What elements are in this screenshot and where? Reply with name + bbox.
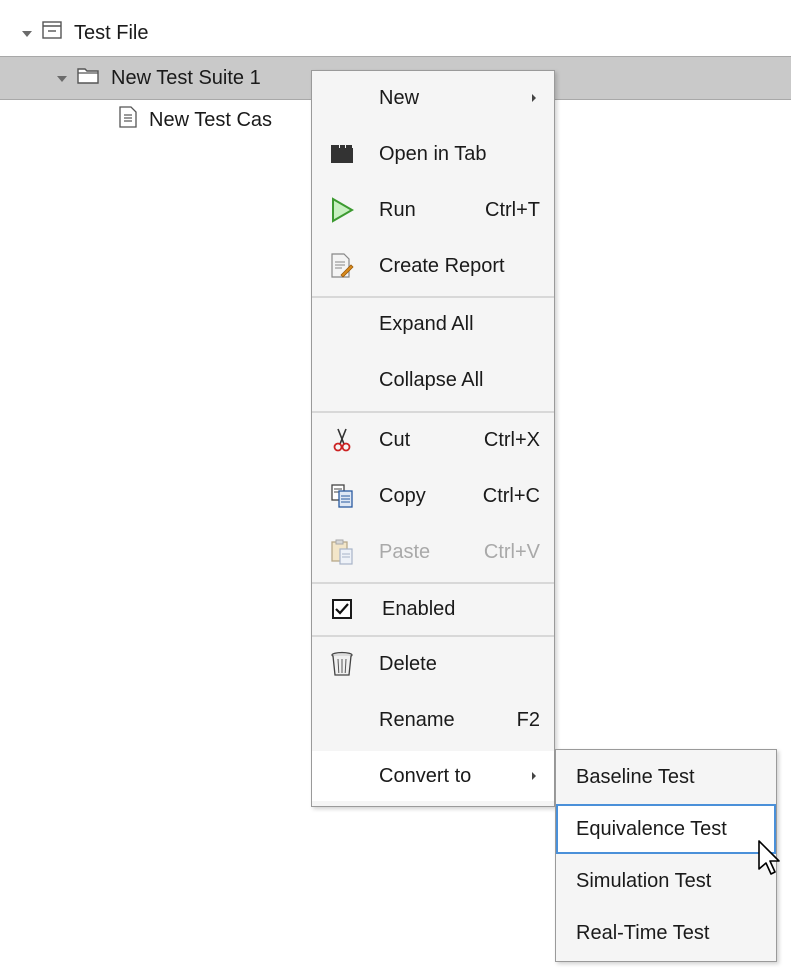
menu-item-enabled[interactable]: Enabled: [312, 586, 554, 632]
menu-separator: [312, 635, 554, 637]
scissors-icon: [330, 428, 354, 452]
menu-item-shortcut: Ctrl+C: [482, 484, 540, 507]
menu-item-label: New: [379, 86, 420, 109]
menu-item-create-report[interactable]: Create Report: [312, 243, 554, 289]
menu-item-label: Paste: [379, 540, 431, 563]
play-icon: [330, 197, 354, 223]
expand-caret-icon[interactable]: [55, 71, 69, 85]
menu-item-shortcut: Ctrl+T: [485, 198, 540, 221]
menu-item-label: Copy: [379, 484, 426, 507]
checkbox-checked-icon[interactable]: [330, 597, 354, 621]
menu-item-label: Create Report: [379, 254, 505, 277]
tree-item-test-file[interactable]: Test File: [0, 12, 791, 54]
submenu-item-real-time-test[interactable]: Real-Time Test: [556, 908, 776, 958]
menu-item-shortcut: Ctrl+X: [483, 428, 540, 451]
menu-item-collapse-all[interactable]: Collapse All: [312, 357, 554, 403]
menu-item-delete[interactable]: Delete: [312, 641, 554, 687]
menu-item-label: Delete: [379, 652, 437, 675]
paste-icon: [330, 539, 354, 565]
submenu-item-label: Equivalence Test: [576, 817, 727, 840]
menu-item-shortcut: Ctrl+V: [483, 540, 540, 563]
menu-item-label: Enabled: [382, 597, 456, 620]
context-menu: New Open in Tab Run Ctrl+T Create Report…: [311, 70, 555, 807]
submenu-item-label: Simulation Test: [576, 869, 712, 892]
tree-item-label: New Test Cas: [149, 108, 273, 131]
menu-item-label: Open in Tab: [379, 142, 487, 165]
submenu-arrow-icon: [532, 772, 536, 780]
submenu-item-label: Real-Time Test: [576, 921, 710, 944]
expand-caret-icon[interactable]: [20, 26, 34, 40]
tree-item-label: New Test Suite 1: [111, 66, 261, 89]
menu-item-label: Expand All: [379, 312, 474, 335]
mouse-cursor-icon: [757, 839, 783, 877]
menu-item-rename[interactable]: Rename F2: [312, 697, 554, 743]
tree-item-label: Test File: [74, 21, 149, 44]
menu-item-label: Run: [379, 198, 416, 221]
tab-icon: [330, 142, 354, 166]
test-file-icon: [42, 20, 62, 46]
menu-item-shortcut: F2: [516, 708, 540, 731]
menu-item-new[interactable]: New: [312, 75, 554, 121]
submenu-item-baseline-test[interactable]: Baseline Test: [556, 752, 776, 802]
menu-item-label: Collapse All: [379, 368, 484, 391]
menu-item-cut[interactable]: Cut Ctrl+X: [312, 417, 554, 463]
folder-icon: [77, 65, 99, 91]
submenu-item-equivalence-test[interactable]: Equivalence Test: [556, 804, 776, 854]
submenu-item-label: Baseline Test: [576, 765, 695, 788]
menu-separator: [312, 411, 554, 413]
menu-item-convert-to[interactable]: Convert to: [312, 751, 554, 801]
trash-icon: [330, 651, 354, 676]
submenu-arrow-icon: [532, 94, 536, 102]
menu-item-label: Convert to: [379, 764, 472, 787]
menu-separator: [312, 582, 554, 584]
report-icon: [330, 253, 354, 278]
document-icon: [119, 106, 137, 134]
menu-item-expand-all[interactable]: Expand All: [312, 301, 554, 347]
menu-item-copy[interactable]: Copy Ctrl+C: [312, 473, 554, 519]
menu-item-paste: Paste Ctrl+V: [312, 529, 554, 575]
copy-icon: [330, 484, 354, 508]
menu-separator: [312, 296, 554, 298]
submenu-item-simulation-test[interactable]: Simulation Test: [556, 856, 776, 906]
menu-item-label: Cut: [379, 428, 411, 451]
menu-item-run[interactable]: Run Ctrl+T: [312, 187, 554, 233]
convert-to-submenu: Baseline Test Equivalence Test Simulatio…: [555, 749, 777, 962]
menu-item-label: Rename: [379, 708, 455, 731]
menu-item-open-in-tab[interactable]: Open in Tab: [312, 131, 554, 177]
